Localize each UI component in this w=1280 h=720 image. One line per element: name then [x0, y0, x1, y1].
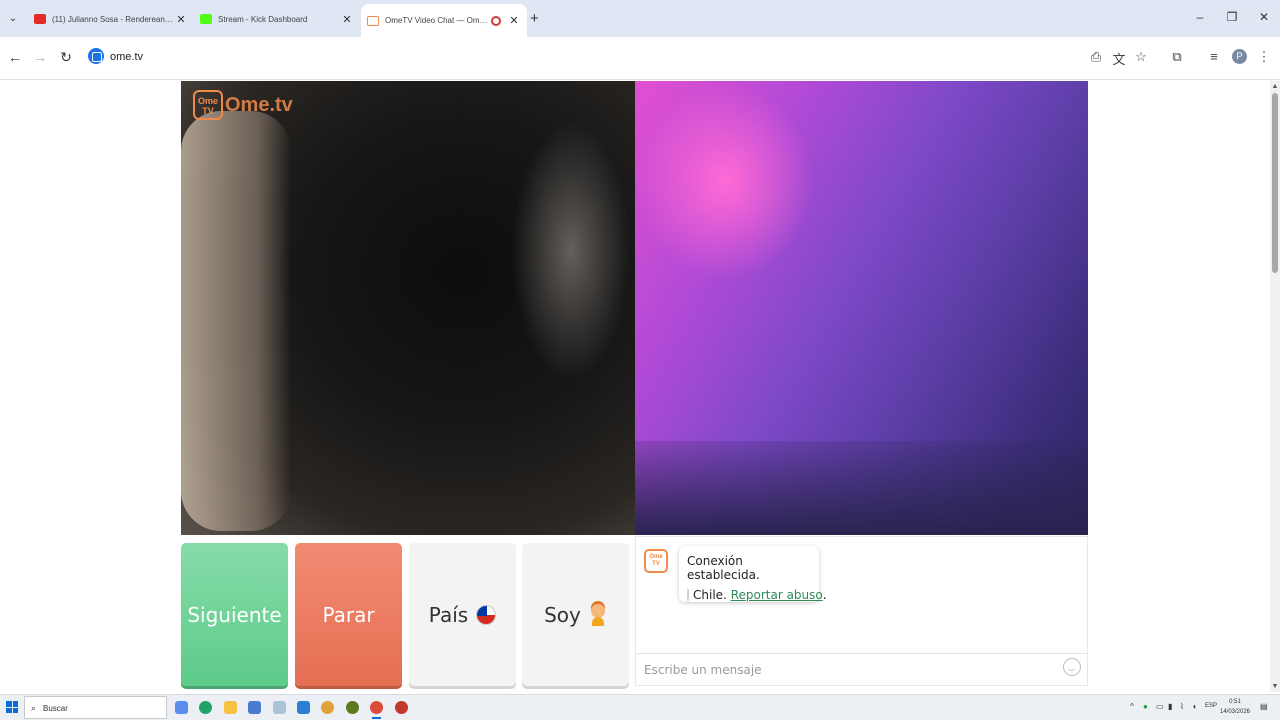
extensions-icon[interactable]: ⧉	[1169, 49, 1185, 65]
clock-date: 14/03/2026	[1219, 709, 1251, 715]
browser-toolbar: ← → ↻ ome.tv ⎙ 文 ☆ ⧉ ≡ P ⋮	[0, 37, 1280, 80]
country-line: Chile. Reportar abuso.	[687, 588, 827, 602]
video-light-glow	[635, 81, 815, 281]
tab-strip: ⌄ (11) Julianno Sosa - Rendereando (Vide…	[0, 0, 1280, 37]
volume-icon[interactable]: ◖	[1192, 702, 1197, 711]
video-floor-shade	[635, 441, 1088, 535]
taskbar-search-input[interactable]: ⌕ Buscar	[24, 696, 167, 719]
network-icon[interactable]: ⌇	[1180, 702, 1184, 711]
scrollbar-thumb[interactable]	[1272, 93, 1278, 273]
youtube-icon	[34, 14, 46, 24]
stop-label: Parar	[322, 602, 375, 627]
next-label: Siguiente	[187, 602, 282, 627]
close-icon[interactable]: ✕	[340, 13, 354, 26]
chat-panel: Ome TV Conexión establecida. Chile. Repo…	[635, 536, 1088, 686]
app-icon[interactable]	[346, 701, 359, 714]
page-scrollbar[interactable]: ▲ ▼	[1270, 81, 1280, 692]
next-button[interactable]: Siguiente	[181, 543, 288, 686]
country-text: Chile.	[693, 588, 727, 602]
kick-icon	[200, 14, 212, 24]
ometv-icon	[367, 15, 379, 26]
local-video	[181, 81, 635, 535]
tray-chevron-icon[interactable]: ^	[1130, 702, 1134, 711]
report-abuse-link[interactable]: Reportar abuso	[731, 588, 823, 602]
video-blur-shape	[181, 111, 291, 531]
tab-youtube[interactable]: (11) Julianno Sosa - Rendereando (Video …	[28, 6, 194, 32]
tab-title: OmeTV Video Chat — Omegle Rand...	[385, 16, 491, 25]
ometv-logo: Ome TV Ome.tv	[193, 90, 293, 120]
install-app-icon[interactable]: ⎙	[1088, 49, 1104, 65]
obs-icon[interactable]	[395, 701, 408, 714]
language-indicator[interactable]: ESP	[1205, 703, 1217, 709]
logo-text: Ome.tv	[225, 93, 293, 116]
window-close-icon[interactable]: ✕	[1254, 10, 1274, 24]
country-button[interactable]: País	[409, 543, 516, 686]
taskbar-search-placeholder: Buscar	[43, 704, 68, 713]
iam-label: Soy	[544, 602, 581, 627]
ometv-badge-icon: Ome TV	[644, 549, 668, 573]
reload-icon[interactable]: ↻	[57, 49, 75, 66]
tab-title: (11) Julianno Sosa - Rendereando (Video …	[52, 14, 174, 24]
calculator-icon[interactable]	[248, 701, 261, 714]
address-bar[interactable]: ome.tv	[110, 51, 143, 63]
message-input[interactable]: Escribe un mensaje	[636, 653, 1087, 686]
snipping-tool-icon[interactable]	[273, 701, 286, 714]
gender-button[interactable]: Soy	[522, 543, 629, 686]
country-label: País	[428, 602, 469, 627]
tray-app-icon[interactable]: ●	[1143, 702, 1148, 711]
close-icon[interactable]: ✕	[174, 13, 188, 26]
menu-kebab-icon[interactable]: ⋮	[1256, 49, 1272, 65]
tab-title: Stream - Kick Dashboard	[218, 14, 308, 24]
bookmark-star-icon[interactable]: ☆	[1133, 49, 1149, 65]
taskbar: ⌕ Buscar ^ ● ▭ ▮ ⌇ ◖ ESP 0:51 14/03/2026…	[0, 694, 1280, 720]
forward-icon[interactable]: →	[31, 49, 49, 65]
new-tab-button[interactable]: +	[530, 10, 539, 27]
translate-icon[interactable]: 文	[1111, 49, 1127, 68]
ometv-badge-icon: Ome TV	[193, 90, 223, 120]
chrome-active-icon[interactable]	[370, 701, 383, 719]
close-icon[interactable]: ✕	[507, 14, 521, 27]
media-controls-icon[interactable]: ≡	[1206, 49, 1222, 64]
copilot-icon[interactable]	[175, 701, 188, 714]
search-icon: ⌕	[31, 703, 37, 713]
file-explorer-icon[interactable]	[224, 701, 237, 714]
stranger-video	[635, 81, 1088, 535]
site-info-icon[interactable]	[88, 48, 104, 64]
scroll-up-icon[interactable]: ▲	[1270, 83, 1280, 90]
edge-icon[interactable]	[199, 701, 212, 714]
vscode-icon[interactable]	[297, 701, 310, 714]
video-blur-shape	[511, 121, 631, 381]
windows-start-icon[interactable]	[6, 701, 18, 713]
minimize-icon[interactable]: –	[1190, 10, 1210, 24]
clock[interactable]: 0:51 14/03/2026	[1218, 697, 1252, 717]
system-message: Conexión establecida. Chile. Reportar ab…	[679, 546, 827, 602]
tab-ometv[interactable]: OmeTV Video Chat — Omegle Rand... ✕	[361, 4, 527, 37]
scroll-down-icon[interactable]: ▼	[1270, 683, 1280, 690]
tab-search-chevron-icon[interactable]: ⌄	[4, 10, 22, 28]
boy-avatar-icon	[589, 603, 607, 626]
notifications-icon[interactable]: ▤	[1260, 702, 1268, 711]
tab-kick[interactable]: Stream - Kick Dashboard ✕	[194, 6, 360, 32]
chile-flag-icon	[476, 604, 497, 625]
recording-icon	[491, 15, 501, 26]
chile-flag-icon	[687, 588, 689, 602]
back-icon[interactable]: ←	[6, 49, 24, 65]
emoji-icon[interactable]	[1063, 658, 1081, 676]
microphone-icon[interactable]: ▮	[1168, 702, 1172, 711]
battery-icon[interactable]: ▭	[1156, 702, 1164, 711]
stop-button[interactable]: Parar	[295, 543, 402, 686]
maximize-icon[interactable]: ❐	[1222, 10, 1242, 24]
connection-status: Conexión establecida.	[687, 554, 760, 582]
report-suffix: .	[822, 588, 827, 602]
profile-avatar[interactable]: P	[1232, 49, 1247, 64]
chrome-icon[interactable]	[321, 701, 334, 714]
clock-time: 0:51	[1229, 699, 1241, 705]
